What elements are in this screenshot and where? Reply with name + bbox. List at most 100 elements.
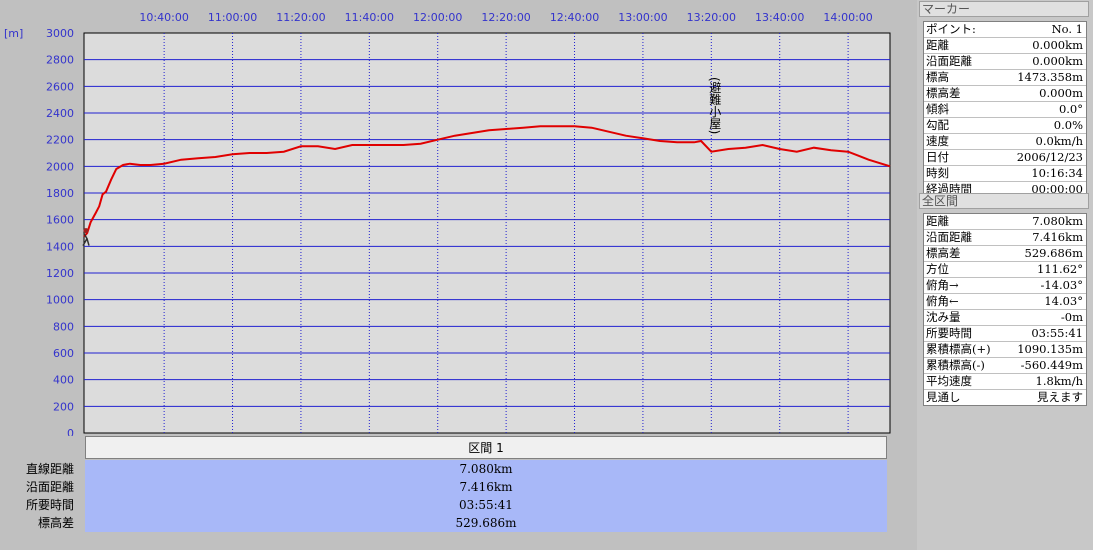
segment-row-value: 529.686m <box>85 514 887 532</box>
marker-info-row-value: 0.000km <box>1032 38 1083 52</box>
segment-row-value: 03:55:41 <box>85 496 887 514</box>
marker-info-row-key: 標高差 <box>926 86 961 100</box>
y-tick-label: 200 <box>53 400 74 413</box>
total-info-row-value: 1.8km/h <box>1035 374 1083 388</box>
y-tick-label: 3000 <box>46 27 74 40</box>
total-info-row-value: 111.62° <box>1037 262 1083 276</box>
total-info-row-key: 沈み量 <box>926 310 961 324</box>
total-info-row: 沿面距離 7.416km <box>924 230 1086 246</box>
y-tick-label: 0 <box>67 427 74 436</box>
x-tick-label: 11:20:00 <box>276 11 325 24</box>
x-tick-label: 12:00:00 <box>413 11 462 24</box>
total-info-row: 方位 111.62° <box>924 262 1086 278</box>
marker-info-row-key: 速度 <box>926 134 949 148</box>
y-tick-label: 600 <box>53 347 74 360</box>
y-tick-label: 800 <box>53 320 74 333</box>
x-tick-label: 11:00:00 <box>208 11 257 24</box>
segment-row-label: 所要時間 <box>25 498 74 512</box>
x-tick-label: 12:40:00 <box>550 11 599 24</box>
total-info-row-value: 7.416km <box>1032 230 1083 244</box>
segment-row-value: 7.080km <box>85 460 887 478</box>
marker-info-row: 距離 0.000km <box>924 38 1086 54</box>
y-tick-label: 2800 <box>46 54 74 67</box>
hut-annotation: (避難小屋) <box>708 77 722 134</box>
marker-info-row: 速度 0.0km/h <box>924 134 1086 150</box>
total-info-row-value: -560.449m <box>1020 358 1083 372</box>
marker-info-row: 日付 2006/12/23 <box>924 150 1086 166</box>
total-info-row-value: 529.686m <box>1024 246 1083 260</box>
marker-info-row-value: 2006/12/23 <box>1016 150 1083 164</box>
y-tick-label: 1800 <box>46 187 74 200</box>
total-info-row-key: 累積標高(+) <box>926 342 991 356</box>
total-info-row-key: 方位 <box>926 262 949 276</box>
x-tick-label: 12:20:00 <box>481 11 530 24</box>
y-tick-label: 1200 <box>46 267 74 280</box>
total-info-row-key: 俯角← <box>926 294 959 308</box>
total-info-row: 見通し 見えます <box>924 390 1086 405</box>
marker-info-row-value: 0.0° <box>1058 102 1083 116</box>
marker-info-row-value: No. 1 <box>1051 22 1083 36</box>
elevation-profile-chart: 3000280026002400220020001800160014001200… <box>4 11 891 436</box>
marker-info-table: ポイント: No. 1 距離 0.000km 沿面距離 0.000km 標高 1473.358… <box>923 21 1087 198</box>
total-info-row: 所要時間 03:55:41 <box>924 326 1086 342</box>
x-tick-label: 14:00:00 <box>823 11 872 24</box>
info-panel: マーカー ポイント: No. 1 距離 0.000km 沿面距離 0.000km 標高 147… <box>917 0 1093 550</box>
marker-info-row: 沿面距離 0.000km <box>924 54 1086 70</box>
y-tick-label: 400 <box>53 374 74 387</box>
marker-info-row: 標高差 0.000m <box>924 86 1086 102</box>
marker-info-row-key: 勾配 <box>926 118 949 132</box>
hiker-marker-icon <box>83 228 89 234</box>
segment-row: 標高差 529.686m <box>0 514 889 532</box>
marker-info-row-key: ポイント: <box>926 22 976 36</box>
total-info-row-value: -14.03° <box>1040 278 1083 292</box>
y-tick-label: 2600 <box>46 80 74 93</box>
total-info-row-key: 距離 <box>926 214 949 228</box>
total-info-table: 距離 7.080km 沿面距離 7.416km 標高差 529.686m 方位 111.62°… <box>923 213 1087 406</box>
y-tick-label: 1400 <box>46 240 74 253</box>
plot-background <box>83 32 891 434</box>
total-info-row-value: 03:55:41 <box>1031 326 1083 340</box>
y-tick-label: 2400 <box>46 107 74 120</box>
marker-info-row-key: 距離 <box>926 38 949 52</box>
total-info-row: 俯角← 14.03° <box>924 294 1086 310</box>
marker-info-row-value: 0.000m <box>1039 86 1083 100</box>
segment-header[interactable]: 区間 1 <box>85 436 887 459</box>
total-info-row: 平均速度 1.8km/h <box>924 374 1086 390</box>
total-info-row: 標高差 529.686m <box>924 246 1086 262</box>
segment-row: 直線距離 7.080km <box>0 460 889 478</box>
x-tick-label: 11:40:00 <box>345 11 394 24</box>
total-info-row-value: -0m <box>1060 310 1083 324</box>
x-tick-label: 10:40:00 <box>139 11 188 24</box>
total-info-row-value: 1090.135m <box>1017 342 1083 356</box>
segment-row-label: 沿面距離 <box>25 480 74 494</box>
x-tick-label: 13:00:00 <box>618 11 667 24</box>
total-info-row-key: 見通し <box>926 390 961 404</box>
total-info-row-key: 累積標高(-) <box>926 358 985 372</box>
segment-row-label: 標高差 <box>37 516 74 530</box>
marker-info-row: 標高 1473.358m <box>924 70 1086 86</box>
marker-info-row-value: 0.000km <box>1032 54 1083 68</box>
total-info-row-value: 14.03° <box>1044 294 1083 308</box>
x-tick-label: 13:40:00 <box>755 11 804 24</box>
segment-row: 沿面距離 7.416km <box>0 478 889 496</box>
y-axis-unit-label: [m] <box>4 27 23 40</box>
y-tick-label: 2000 <box>46 160 74 173</box>
marker-info-row-value: 0.0% <box>1053 118 1083 132</box>
total-info-row-value: 見えます <box>1037 390 1083 404</box>
marker-info-row-key: 日付 <box>926 150 949 164</box>
marker-panel-title: マーカー <box>919 1 1089 17</box>
marker-info-row-value: 1473.358m <box>1017 70 1083 84</box>
total-info-row: 沈み量 -0m <box>924 310 1086 326</box>
total-info-row-key: 平均速度 <box>926 374 972 388</box>
total-info-row-value: 7.080km <box>1032 214 1083 228</box>
x-tick-label: 13:20:00 <box>687 11 736 24</box>
total-info-row: 累積標高(-) -560.449m <box>924 358 1086 374</box>
marker-info-row-key: 傾斜 <box>926 102 949 116</box>
marker-info-row-key: 時刻 <box>926 166 949 180</box>
marker-info-row-key: 沿面距離 <box>926 54 972 68</box>
y-tick-label: 2200 <box>46 134 74 147</box>
marker-info-row: ポイント: No. 1 <box>924 22 1086 38</box>
total-info-row: 俯角→ -14.03° <box>924 278 1086 294</box>
total-info-row: 累積標高(+) 1090.135m <box>924 342 1086 358</box>
y-tick-label: 1600 <box>46 214 74 227</box>
